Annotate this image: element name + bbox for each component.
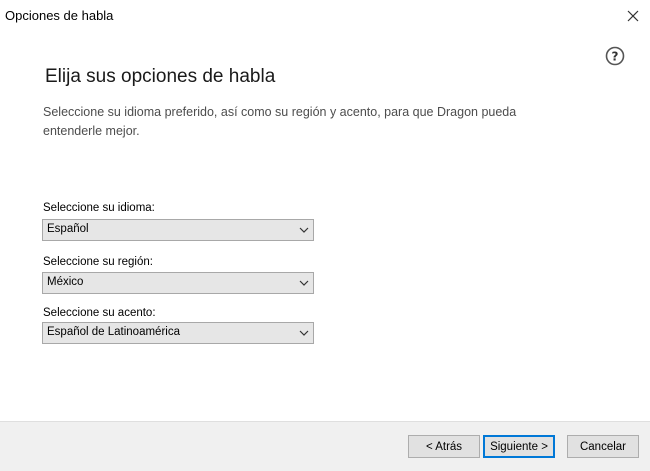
accent-select-value: Español de Latinoamérica: [47, 326, 180, 338]
close-icon: [627, 10, 639, 22]
back-button[interactable]: < Atrás: [408, 435, 480, 458]
region-label: Seleccione su región:: [43, 256, 153, 268]
chevron-down-icon: [299, 330, 309, 336]
accent-label: Seleccione su acento:: [43, 307, 156, 319]
language-select-value: Español: [47, 223, 89, 235]
page-description: Seleccione su idioma preferido, así como…: [43, 105, 517, 138]
accent-select[interactable]: Español de Latinoamérica: [42, 322, 314, 344]
help-button[interactable]: ?: [605, 46, 625, 66]
page-heading: Elija sus opciones de habla: [45, 66, 276, 87]
language-label: Seleccione su idioma:: [43, 202, 155, 214]
language-select[interactable]: Español: [42, 219, 314, 241]
region-select[interactable]: México: [42, 272, 314, 294]
question-circle-icon: ?: [605, 46, 625, 66]
svg-text:?: ?: [612, 50, 619, 64]
window-title: Opciones de habla: [5, 8, 114, 23]
cancel-button[interactable]: Cancelar: [567, 435, 639, 458]
close-button[interactable]: [616, 0, 650, 32]
chevron-down-icon: [299, 280, 309, 286]
title-bar: Opciones de habla: [0, 0, 650, 32]
chevron-down-icon: [299, 227, 309, 233]
next-button[interactable]: Siguiente >: [483, 435, 555, 458]
region-select-value: México: [47, 276, 84, 288]
